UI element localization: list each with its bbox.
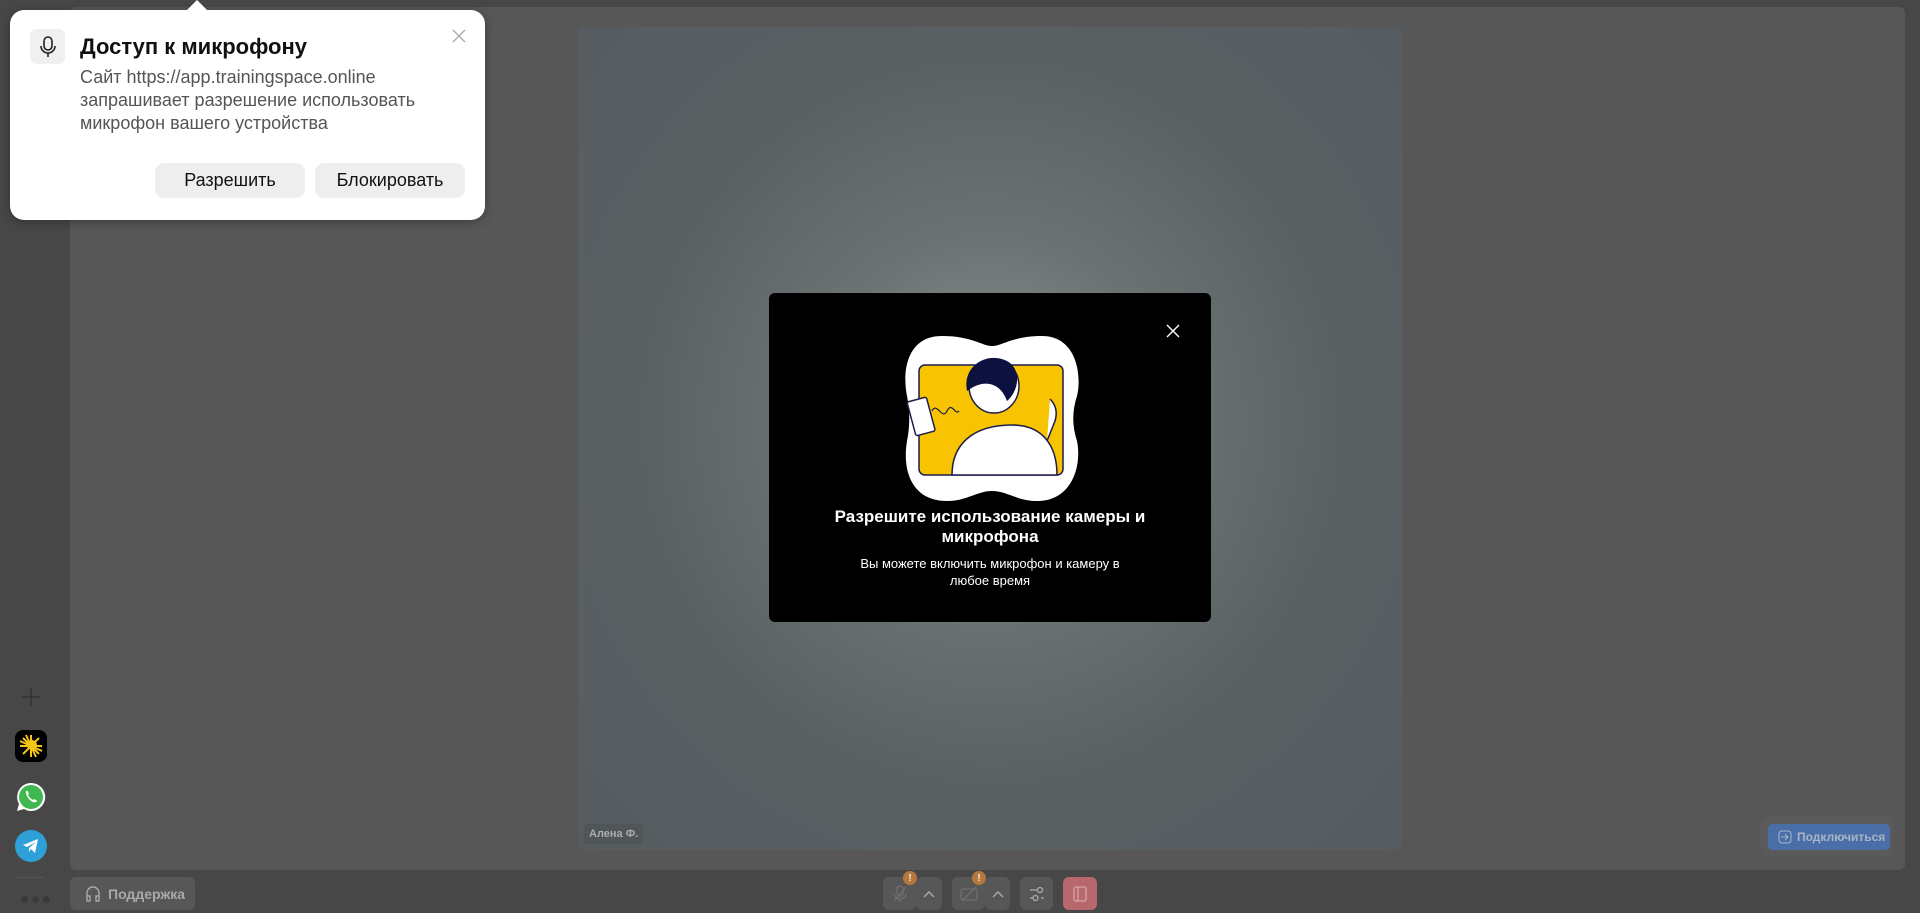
connect-button[interactable]: Подключиться <box>1768 824 1890 850</box>
chevron-up-icon <box>923 890 935 897</box>
mic-options-chevron[interactable] <box>916 877 942 910</box>
connect-panel: Подключиться <box>1761 817 1893 857</box>
modal-title: Разрешите использование камеры и микрофо… <box>834 507 1146 546</box>
headset-icon <box>86 885 100 902</box>
chevron-up-icon <box>992 890 1003 897</box>
allow-button[interactable]: Разрешить <box>155 163 305 198</box>
support-button[interactable]: Поддержка <box>70 877 195 910</box>
sliders-icon <box>1029 886 1044 901</box>
whatsapp-icon[interactable] <box>15 781 47 813</box>
enter-icon <box>1778 830 1792 844</box>
settings-button[interactable] <box>1020 877 1053 910</box>
add-icon[interactable] <box>15 681 47 713</box>
mic-warning-badge: ! <box>903 871 917 885</box>
close-icon[interactable] <box>1165 323 1181 339</box>
support-label: Поддержка <box>108 885 186 902</box>
bottom-toolbar: Поддержка ! ! <box>0 870 1920 913</box>
close-icon[interactable] <box>451 28 467 44</box>
door-exit-icon <box>1073 885 1087 902</box>
camera-control-group: ! <box>952 871 1010 910</box>
connect-label: Подключиться <box>1797 830 1886 844</box>
illustration-person-tablet <box>905 336 1079 501</box>
mic-off-icon <box>892 884 907 902</box>
telegram-icon[interactable] <box>15 830 47 862</box>
app-sun-icon[interactable] <box>15 730 47 762</box>
leave-button[interactable] <box>1063 877 1097 910</box>
popup-description: Сайт https://app.trainingspace.online за… <box>80 67 416 133</box>
camera-warning-badge: ! <box>972 871 986 885</box>
mic-control-group: ! <box>883 871 942 910</box>
permission-modal: Разрешите использование камеры и микрофо… <box>769 293 1211 622</box>
microphone-icon <box>30 29 65 64</box>
camera-options-chevron[interactable] <box>985 877 1010 910</box>
modal-subtitle: Вы можете включить микрофон и камеру в л… <box>860 556 1120 588</box>
popup-title: Доступ к микрофону <box>80 34 308 59</box>
participant-name: Алена Ф. <box>584 824 644 844</box>
block-button[interactable]: Блокировать <box>315 163 465 198</box>
mic-permission-popup: Доступ к микрофону Сайт https://app.trai… <box>10 0 485 220</box>
camera-off-icon <box>959 886 978 901</box>
